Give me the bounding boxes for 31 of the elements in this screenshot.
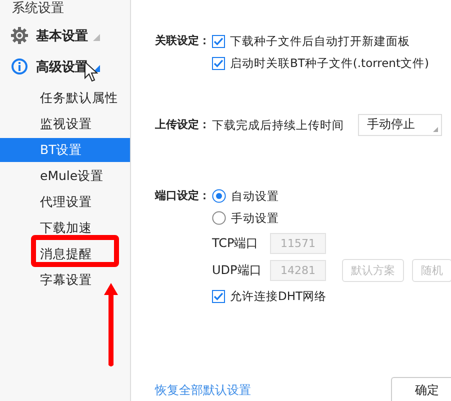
sidebar-title: 系统设置 [11,0,64,18]
dropdown-corner-icon [433,127,438,132]
info-icon [11,58,28,75]
radio-label: 手动设置 [231,210,279,226]
sidebar-item[interactable]: 字幕设置 [0,268,130,292]
selected-radio-button[interactable] [212,189,226,203]
group-label[interactable]: 基本设置 [36,26,88,44]
sidebar-item[interactable]: 监视设置 [0,112,130,136]
radio-label: 自动设置 [231,188,279,204]
radio-button[interactable] [212,211,226,225]
sidebar-item[interactable]: 消息提醒 [0,242,130,266]
gear-icon [11,27,28,44]
checked-checkbox[interactable] [212,56,225,70]
sidebar-item[interactable]: 下载加速 [0,216,130,240]
port-label: TCP端口 [212,235,260,252]
port-label: UDP端口 [212,262,262,279]
section-label: 端口设定： [155,188,210,204]
sidebar-item[interactable]: BT设置 [0,138,130,162]
checked-checkbox[interactable] [212,290,225,302]
sidebar-item[interactable]: 任务默认属性 [0,86,130,110]
section-label: 关联设定： [155,33,210,49]
sidebar-item[interactable]: eMule设置 [0,164,130,188]
checkbox-label: 启动时关联BT种子文件(.torrent文件) [230,56,429,70]
checked-checkbox[interactable] [212,34,225,48]
checkbox-label: 允许连接DHT网络 [230,288,327,304]
ok-button[interactable]: 确定 [391,377,451,401]
sidebar-item[interactable]: 代理设置 [0,190,130,214]
checkbox-label: 下载种子文件后自动打开新建面板 [230,34,410,48]
upload-time-dropdown[interactable]: 手动停止 [358,114,442,136]
section-label: 上传设定： [155,117,210,133]
upload-time-label: 下载完成后持续上传时间 [212,118,344,132]
